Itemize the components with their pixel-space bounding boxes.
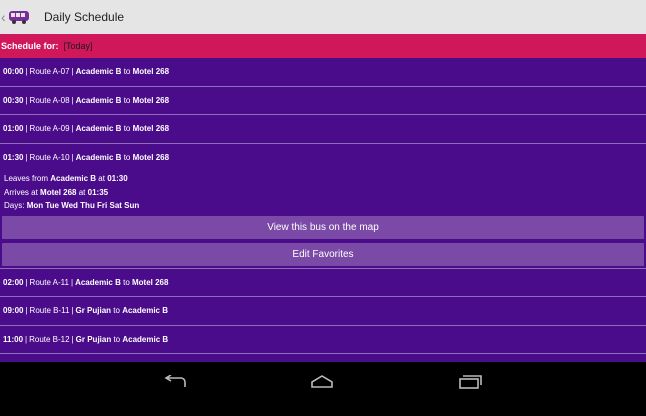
row-from: Gr Pujian: [75, 306, 112, 316]
page-title: Daily Schedule: [44, 10, 125, 24]
row-to: Motel 268: [132, 67, 170, 77]
row-to: Motel 268: [132, 124, 170, 134]
schedule-row[interactable]: 02:00 | Route A-11 | Academic B to Motel 2…: [0, 269, 646, 297]
row-to: Motel 268: [132, 95, 170, 105]
row-to: Academic B: [122, 306, 168, 316]
leaves-label: Leaves from: [4, 174, 49, 183]
row-to-word: to: [113, 334, 121, 344]
row-route: Route B-12: [29, 334, 70, 344]
row-from: Academic B: [75, 67, 122, 77]
recent-apps-icon[interactable]: [450, 370, 490, 394]
action-bar: ‹ Daily Schedule: [0, 0, 646, 34]
leaves-time: 01:30: [107, 174, 128, 183]
schedule-row[interactable]: 11:00 | Route B-12 | Gr Pujian to Academic…: [0, 326, 646, 354]
at-word: at: [98, 174, 105, 183]
row-to-word: to: [123, 67, 131, 77]
days-value: Mon Tue Wed Thu Fri Sat Sun: [26, 201, 140, 210]
view-on-map-button[interactable]: View this bus on the map: [2, 215, 644, 239]
row-route: Route A-11: [29, 277, 69, 287]
row-to-word: to: [123, 277, 130, 287]
row-time: 11:00: [3, 334, 24, 344]
schedule-date-selector[interactable]: [Today]: [64, 41, 93, 51]
arrival-detail: Arrives at Motel 268 at 01:35: [0, 186, 646, 200]
days-detail: Days: Mon Tue Wed Thu Fri Sat Sun: [0, 199, 646, 213]
row-from: Academic B: [75, 277, 121, 287]
row-route: Route B-11: [29, 306, 70, 316]
system-nav-bar: [0, 362, 646, 416]
schedule-row[interactable]: 01:30 | Route A-10 | Academic B to Motel 2…: [0, 144, 646, 173]
leaves-place: Academic B: [50, 174, 97, 183]
row-route: Route A-07: [29, 67, 70, 77]
at-word: at: [78, 187, 86, 197]
row-route: Route A-09: [29, 124, 70, 134]
row-time: 02:00: [3, 277, 24, 287]
back-icon[interactable]: [155, 370, 195, 394]
row-time: 01:30: [3, 153, 24, 163]
arrives-place: Motel 268: [40, 187, 77, 197]
row-route: Route A-08: [29, 95, 70, 105]
row-to-word: to: [113, 306, 120, 316]
row-to-word: to: [123, 153, 131, 163]
departure-detail: Leaves from Academic B at 01:30: [0, 172, 646, 186]
schedule-row[interactable]: 01:00 | Route A-09 | Academic B to Motel 2…: [0, 115, 646, 144]
row-to-word: to: [123, 124, 131, 134]
schedule-row[interactable]: 09:00 | Route B-11 | Gr Pujian to Academic…: [0, 297, 646, 326]
row-time: 00:30: [3, 95, 24, 105]
schedule-row[interactable]: 00:00 | Route A-07 | Academic B to Motel 2…: [0, 58, 646, 87]
row-time: 01:00: [3, 124, 24, 134]
row-to-word: to: [123, 95, 131, 105]
bus-icon[interactable]: [8, 7, 32, 27]
row-from: Academic B: [75, 153, 122, 163]
row-to: Motel 268: [132, 277, 169, 287]
schedule-label: Schedule for:: [1, 41, 59, 51]
schedule-bar[interactable]: Schedule for: [Today]: [0, 34, 646, 58]
row-from: Gr Pujian: [75, 334, 112, 344]
row-route: Route A-10: [29, 153, 70, 163]
row-from: Academic B: [75, 124, 122, 134]
expanded-schedule-row: 01:30 | Route A-10 | Academic B to Motel 2…: [0, 143, 646, 269]
row-to: Academic B: [122, 334, 169, 344]
arrives-label: Arrives at: [4, 187, 38, 197]
row-from: Academic B: [75, 95, 122, 105]
schedule-list: 00:00 | Route A-07 | Academic B to Motel 2…: [0, 58, 646, 362]
row-time: 09:00: [3, 306, 24, 316]
home-icon[interactable]: [302, 370, 342, 394]
days-label: Days:: [4, 201, 25, 210]
up-caret-icon[interactable]: ‹: [1, 0, 7, 34]
schedule-row[interactable]: 00:30 | Route A-08 | Academic B to Motel 2…: [0, 87, 646, 115]
arrives-time: 01:35: [87, 187, 109, 197]
row-to: Motel 268: [132, 153, 170, 163]
row-time: 00:00: [3, 67, 24, 77]
edit-favorites-button[interactable]: Edit Favorites: [2, 242, 644, 266]
